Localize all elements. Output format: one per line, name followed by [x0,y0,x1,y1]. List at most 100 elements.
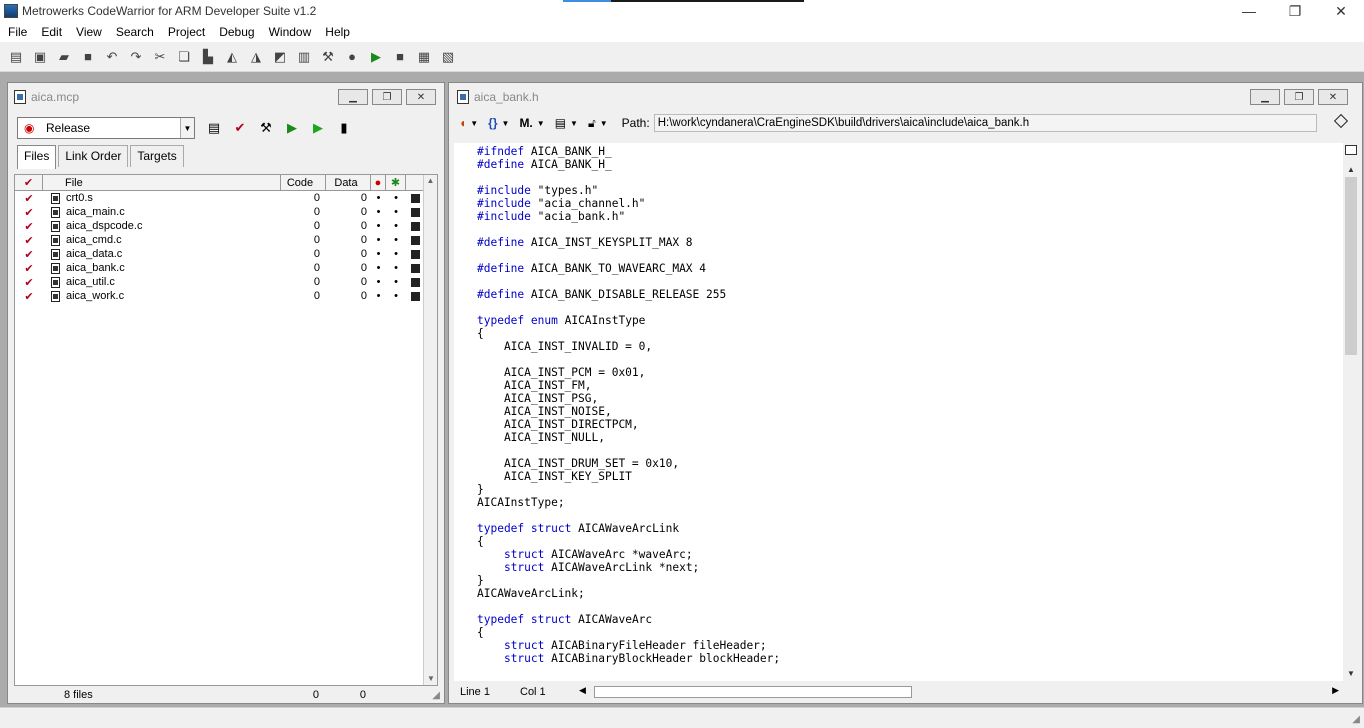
debug-dot-icon[interactable]: • [371,262,386,274]
code-line[interactable]: struct AICAWaveArc *waveArc; [477,548,1343,561]
table-row[interactable]: ✔ aica_data.c 0 0 • • [15,247,437,261]
code-line[interactable]: { [477,626,1343,639]
target-dot-icon[interactable]: • [386,206,406,218]
minimize-button[interactable]: — [1226,0,1272,22]
redo-icon[interactable]: ↷ [127,48,145,66]
file-table-scrollbar[interactable]: ▲ ▼ [423,175,437,685]
file-menu-icon[interactable] [406,221,424,231]
menu-edit[interactable]: Edit [33,25,68,39]
settings-icon[interactable]: ▤ [205,119,223,137]
menu-debug[interactable]: Debug [211,25,260,39]
code-line[interactable] [477,275,1343,288]
options-diamond-icon[interactable] [1333,113,1349,129]
functions-popup[interactable]: {} ▼ [488,116,509,130]
code-line[interactable]: #define AICA_INST_KEYSPLIT_MAX 8 [477,236,1343,249]
code-line[interactable]: AICA_INST_NOISE, [477,405,1343,418]
code-line[interactable]: { [477,327,1343,340]
table-row[interactable]: ✔ aica_dspcode.c 0 0 • • [15,219,437,233]
editor-window-titlebar[interactable]: aica_bank.h ▁ ❐ ✕ [449,83,1362,111]
menu-search[interactable]: Search [108,25,160,39]
target-dot-icon[interactable]: • [386,262,406,274]
undo-icon[interactable]: ↶ [103,48,121,66]
code-line[interactable]: AICA_INST_PSG, [477,392,1343,405]
code-line[interactable] [477,171,1343,184]
resize-grip-icon[interactable]: ◢ [1352,714,1360,725]
editor-horizontal-scrollbar[interactable]: ◀ ▶ [579,685,1339,699]
code-line[interactable]: AICA_INST_INVALID = 0, [477,340,1343,353]
debug-dot-icon[interactable]: • [371,276,386,288]
touch-check-icon[interactable]: ✔ [15,276,43,289]
save-icon[interactable]: ■ [79,48,97,66]
project-settings-icon[interactable]: ▧ [439,48,457,66]
make-icon[interactable]: ⚒ [319,48,337,66]
code-line[interactable]: AICA_INST_KEY_SPLIT [477,470,1343,483]
code-line[interactable]: AICA_INST_DIRECTPCM, [477,418,1343,431]
debug-icon[interactable]: ▶ [283,119,301,137]
code-line[interactable]: { [477,535,1343,548]
replace-icon[interactable]: ◩ [271,48,289,66]
target-dot-icon[interactable]: • [386,192,406,204]
copy-icon[interactable]: ❏ [175,48,193,66]
scroll-down-icon[interactable]: ▼ [1344,669,1358,681]
table-row[interactable]: ✔ aica_main.c 0 0 • • [15,205,437,219]
touch-check-icon[interactable]: ✔ [15,248,43,261]
code-line[interactable]: #define AICA_BANK_TO_WAVEARC_MAX 4 [477,262,1343,275]
new-project-icon[interactable]: ▤ [7,48,25,66]
target-dot-icon[interactable]: • [386,290,406,302]
file-menu-icon[interactable] [406,193,424,203]
editor-vertical-scrollbar[interactable]: ▲ ▼ [1344,143,1358,681]
stop-icon[interactable]: ● [343,48,361,66]
menu-view[interactable]: View [68,25,108,39]
target-dot-icon[interactable]: • [386,276,406,288]
code-line[interactable]: typedef enum AICAInstType [477,314,1343,327]
scroll-right-icon[interactable]: ▶ [1332,685,1339,696]
code-column-header[interactable]: Code [281,175,326,190]
debug-column-icon[interactable]: ● [371,175,386,190]
editor-close-button[interactable]: ✕ [1318,89,1348,105]
find-next-icon[interactable]: ◮ [247,48,265,66]
code-line[interactable] [477,249,1343,262]
table-row[interactable]: ✔ aica_work.c 0 0 • • [15,289,437,303]
file-menu-icon[interactable] [406,291,424,301]
version-control-popup[interactable]: 🔓︎ ▼ [588,116,608,131]
code-line[interactable]: typedef struct AICAWaveArcLink [477,522,1343,535]
menu-window[interactable]: Window [261,25,318,39]
table-row[interactable]: ✔ aica_cmd.c 0 0 • • [15,233,437,247]
code-line[interactable] [477,223,1343,236]
code-line[interactable] [477,301,1343,314]
code-line[interactable] [477,353,1343,366]
editor-minimize-button[interactable]: ▁ [1250,89,1280,105]
run-icon[interactable]: ■ [391,48,409,66]
editor-restore-button[interactable]: ❐ [1284,89,1314,105]
table-row[interactable]: ✔ aica_util.c 0 0 • • [15,275,437,289]
scroll-thumb[interactable] [1345,177,1357,355]
scroll-down-icon[interactable]: ▼ [424,674,438,683]
menu-file[interactable]: File [0,25,33,39]
make-icon[interactable]: ⚒ [257,119,275,137]
code-line[interactable]: struct AICAWaveArcLink *next; [477,561,1343,574]
target-column-icon[interactable]: ✱ [386,175,406,190]
debug-icon[interactable]: ▶ [367,48,385,66]
code-line[interactable]: #include "acia_bank.h" [477,210,1343,223]
close-button[interactable]: ✕ [1318,0,1364,22]
code-line[interactable] [477,600,1343,613]
file-menu-icon[interactable] [406,277,424,287]
code-line[interactable]: AICA_INST_PCM = 0x01, [477,366,1343,379]
code-line[interactable]: #ifndef AICA_BANK_H_ [477,145,1343,158]
file-menu-icon[interactable] [406,207,424,217]
target-dot-icon[interactable]: • [386,248,406,260]
debug-dot-icon[interactable]: • [371,220,386,232]
scroll-left-icon[interactable]: ◀ [579,685,586,696]
code-line[interactable]: struct AICABinaryBlockHeader blockHeader… [477,652,1343,665]
chevron-down-icon[interactable]: ▼ [180,118,194,138]
code-line[interactable]: AICA_INST_NULL, [477,431,1343,444]
code-line[interactable]: AICA_INST_FM, [477,379,1343,392]
open-icon[interactable]: ▰ [55,48,73,66]
resize-grip-icon[interactable]: ◢ [432,690,440,701]
code-line[interactable]: } [477,574,1343,587]
menu-project[interactable]: Project [160,25,211,39]
debug-dot-icon[interactable]: • [371,206,386,218]
find-icon[interactable]: ◭ [223,48,241,66]
code-line[interactable]: typedef struct AICAWaveArc [477,613,1343,626]
source-code[interactable]: #ifndef AICA_BANK_H_ #define AICA_BANK_H_… [454,143,1343,665]
